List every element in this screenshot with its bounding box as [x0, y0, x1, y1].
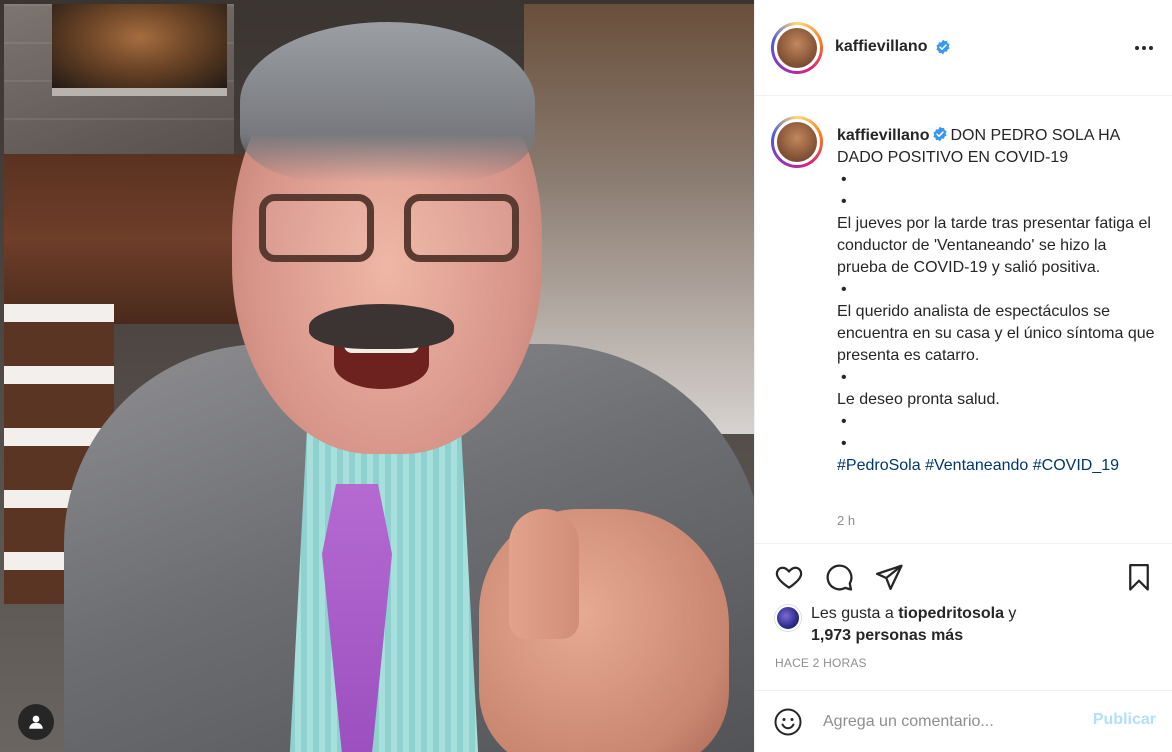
photo-hair: [240, 22, 535, 182]
post-side-panel: kaffievillano kaffievillano DON PEDRO SO…: [755, 0, 1172, 752]
comment-icon: [826, 564, 853, 591]
author-username[interactable]: kaffievillano: [835, 38, 927, 56]
more-dot: [1142, 46, 1146, 50]
caption-username[interactable]: kaffievillano: [837, 127, 929, 144]
likes-summary: Les gusta a tiopedritosola y 1,973 perso…: [775, 603, 1155, 647]
hashtag-link[interactable]: #PedroSola: [837, 457, 921, 474]
caption-timestamp[interactable]: 2 h: [837, 513, 855, 528]
bookmark-icon: [1129, 564, 1149, 591]
photo-fireplace: [52, 4, 227, 96]
verified-badge-icon: [936, 39, 950, 55]
photo-content: [4, 4, 754, 752]
likes-connector: y: [1008, 605, 1017, 622]
photo-glasses: [259, 194, 519, 264]
caption-paragraph-3: Le deseo pronta salud.: [837, 391, 1000, 408]
likes-prefix: Les gusta a: [811, 605, 894, 622]
hashtag-link[interactable]: #COVID_19: [1033, 457, 1119, 474]
post-header: kaffievillano: [755, 0, 1172, 96]
more-options-button[interactable]: [1132, 36, 1156, 60]
caption-bullet: •: [841, 435, 847, 452]
author-avatar[interactable]: [771, 22, 823, 74]
caption-section: kaffievillano DON PEDRO SOLA HA DADO POS…: [755, 97, 1172, 544]
post-image[interactable]: [0, 0, 755, 752]
more-dot: [1149, 46, 1153, 50]
user-silhouette-icon: [29, 715, 43, 729]
photo-glasses-lens-right: [404, 194, 519, 262]
caption-bullet: •: [841, 193, 847, 210]
liker-avatar[interactable]: [775, 605, 801, 631]
caption-hashtags: #PedroSola #Ventaneando #COVID_19: [837, 455, 1157, 477]
more-dot: [1135, 46, 1139, 50]
verified-badge-icon: [933, 126, 948, 142]
caption-author-avatar[interactable]: [771, 116, 823, 168]
likes-count[interactable]: 1,973 personas más: [811, 627, 963, 644]
publish-button[interactable]: Publicar: [1093, 711, 1156, 729]
post-time-ago[interactable]: HACE 2 HORAS: [775, 656, 867, 670]
caption-bullet: •: [841, 281, 847, 298]
action-bar: [755, 545, 1172, 605]
liker-username[interactable]: tiopedritosola: [898, 605, 1004, 622]
caption-bullet: •: [841, 369, 847, 386]
smiley-icon[interactable]: [773, 707, 803, 737]
photo-mustache: [309, 304, 454, 349]
user-tag-icon[interactable]: [18, 704, 54, 740]
caption-paragraph-2: El querido analista de espectáculos se e…: [837, 303, 1155, 364]
comment-input[interactable]: [823, 709, 1073, 735]
likes-text: Les gusta a tiopedritosola y 1,973 perso…: [775, 603, 1155, 647]
caption-bullet: •: [841, 171, 847, 188]
photo-glasses-lens-left: [259, 194, 374, 262]
share-button[interactable]: [873, 561, 905, 593]
heart-icon: [775, 566, 803, 589]
like-button[interactable]: [773, 561, 805, 593]
photo-pointing-finger: [509, 509, 579, 639]
hashtag-link[interactable]: #Ventaneando: [925, 457, 1028, 474]
comment-bar: Publicar: [755, 690, 1172, 752]
share-icon: [876, 564, 903, 590]
save-button[interactable]: [1123, 561, 1155, 593]
comment-button[interactable]: [823, 561, 855, 593]
caption-paragraph-1: El jueves por la tarde tras presentar fa…: [837, 215, 1151, 276]
caption-bullet: •: [841, 413, 847, 430]
caption-text: kaffievillano DON PEDRO SOLA HA DADO POS…: [837, 125, 1157, 477]
